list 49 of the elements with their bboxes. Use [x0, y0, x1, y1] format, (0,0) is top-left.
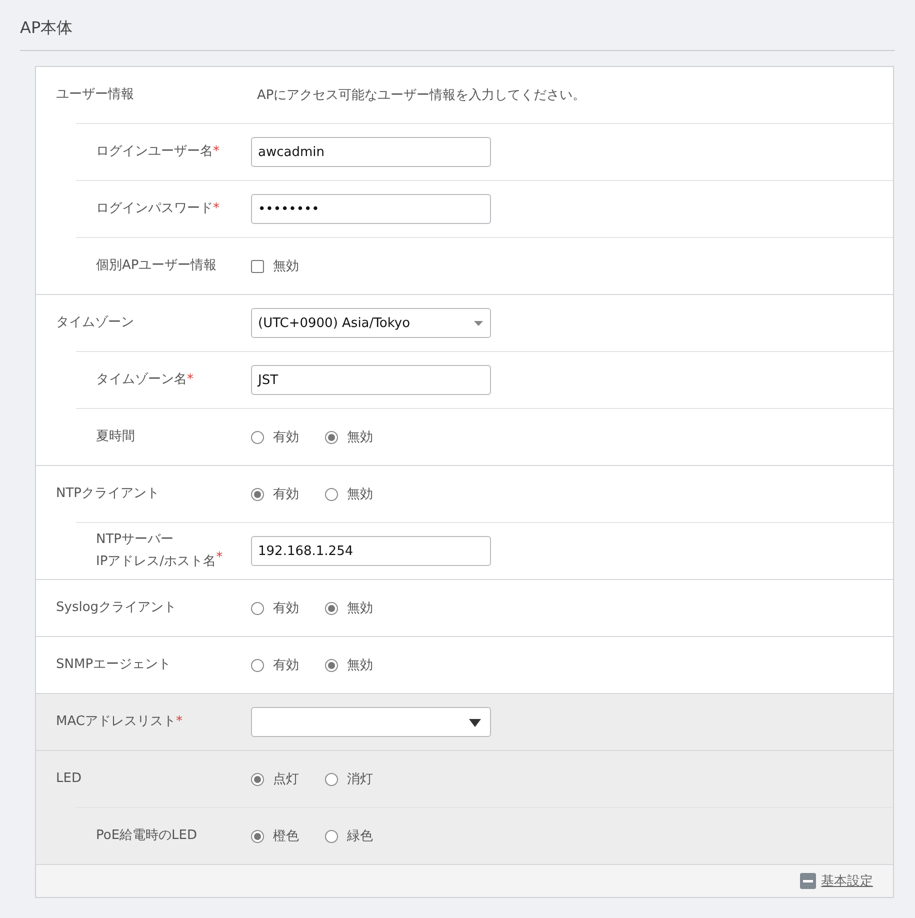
field-label: NTPクライアント	[56, 485, 161, 503]
radio-label: 有効	[273, 486, 299, 503]
radio-label: 有効	[273, 429, 299, 446]
checkbox-label: 無効	[273, 258, 299, 275]
radio-button[interactable]	[325, 430, 338, 444]
page-title: AP本体	[20, 17, 73, 39]
radio-button[interactable]	[251, 430, 264, 444]
radio-button[interactable]	[325, 602, 338, 614]
checkbox-box[interactable]	[251, 260, 264, 272]
basic-settings-link[interactable]: 基本設定	[821, 872, 873, 890]
input-field[interactable]: ••••••••	[251, 194, 491, 224]
radio-label: 無効	[347, 429, 373, 446]
radio-label: 消灯	[347, 771, 373, 788]
radio-button[interactable]	[251, 772, 264, 786]
field-label: ログインパスワード*	[96, 200, 220, 218]
radio-label: 無効	[347, 600, 373, 617]
field-label: ログインユーザー名*	[96, 143, 220, 161]
radio-label: 点灯	[273, 771, 299, 788]
field-label: タイムゾーン	[56, 314, 135, 332]
field-label: タイムゾーン名*	[96, 371, 194, 389]
collapse-icon[interactable]	[800, 873, 816, 889]
radio-label: 有効	[273, 600, 299, 617]
field-label: LED	[56, 770, 82, 788]
radio-button[interactable]	[251, 602, 264, 614]
radio-label: 橙色	[273, 828, 299, 845]
field-label: 個別APユーザー情報	[96, 257, 218, 275]
field-label: SNMPエージェント	[56, 656, 172, 674]
radio-button[interactable]	[325, 772, 338, 786]
input-field[interactable]: JST	[251, 365, 491, 395]
field-label: Syslogクライアント	[56, 599, 178, 617]
radio-button[interactable]	[251, 488, 264, 500]
field-label: 夏時間	[96, 428, 136, 446]
radio-button[interactable]	[251, 830, 264, 842]
radio-button[interactable]	[325, 658, 338, 672]
radio-button[interactable]	[251, 658, 264, 672]
radio-button[interactable]	[325, 488, 338, 500]
radio-label: 無効	[347, 486, 373, 503]
input-field[interactable]: awcadmin	[251, 137, 491, 167]
field-label: MACアドレスリスト*	[56, 713, 184, 731]
input-field[interactable]: 192.168.1.254	[251, 536, 491, 566]
field-label: ユーザー情報	[56, 86, 135, 104]
description-text: APにアクセス可能なユーザー情報を入力してください。	[257, 87, 586, 104]
field-label: PoE給電時のLED	[96, 827, 198, 845]
radio-label: 緑色	[347, 828, 373, 845]
dropdown[interactable]: (UTC+0900) Asia/Tokyo	[251, 308, 491, 338]
caret-icon[interactable]	[469, 719, 481, 727]
radio-label: 無効	[347, 657, 373, 674]
radio-label: 有効	[273, 657, 299, 674]
radio-button[interactable]	[325, 830, 338, 842]
